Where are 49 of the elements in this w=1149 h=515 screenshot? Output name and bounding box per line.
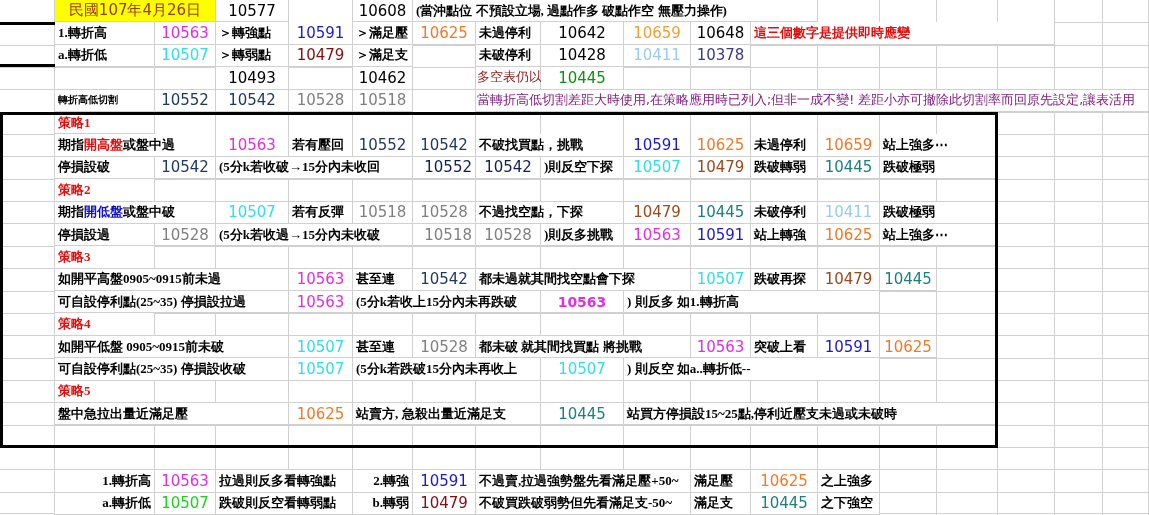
price-value: 10591 [289, 22, 353, 45]
label-text: 這三個數字是提供即時應變 [751, 22, 1055, 45]
label-text: 不破買跌破弱勢但先看滿足支-50~ [476, 492, 691, 515]
label-text: ＞轉弱點 [216, 44, 289, 68]
label-text: ＞轉強點 [216, 22, 289, 45]
label-text: 之下強空 [818, 492, 880, 515]
label-text: ＞滿足支 [353, 44, 413, 68]
label-text: (5分k若收上15分內未再跌破 [353, 291, 541, 314]
price-value: 10507 [155, 44, 216, 68]
date-label: 民國107年4月26日 [55, 0, 216, 23]
label-text: 如開平低盤 0905~0915前未破 [55, 335, 289, 359]
label-text: 1.轉折高 [55, 22, 155, 45]
price-value: 10625 [413, 22, 476, 45]
label-text: 如開平高盤0905~0915前未過 [55, 268, 289, 292]
price-value: 10563 [541, 291, 624, 314]
label-text: 都未過就其間找空點會下探 [476, 268, 691, 292]
price-value: 10563 [289, 291, 353, 314]
label-text: 可自設停利點(25~35) 停損設收破 [55, 358, 289, 381]
label-text: 未破停利 [476, 44, 541, 68]
note-text: 當轉折高低切割差距大時使用,在策略應用時已列入;但非一成不變! 差距小亦可撤除此切割率而回原先設定,讓表活用 [476, 89, 1149, 112]
price-value: 10642 [541, 22, 624, 45]
label-text: a.轉折低 [55, 44, 155, 68]
label-text: )則反空下探 [541, 156, 624, 180]
label-text: 站上強多⋯ [880, 134, 998, 157]
price-value: 10411 [624, 44, 691, 68]
label-text: 未過停利 [476, 22, 541, 45]
frame-border [0, 22, 55, 68]
label-text: 都未破 就其間找買點 將挑戰 [476, 335, 691, 359]
price-value: 10563 [155, 22, 216, 45]
label-text: 停損設破 [55, 156, 155, 180]
label-text: 期指開高盤或盤中過 [55, 134, 216, 157]
label-text: (5分k若跌破15分內未再收上 [353, 358, 541, 381]
label-text: 站賣方, 急殺出量近滿足支 [353, 403, 541, 426]
label-text: 不破找買點，挑戰 [476, 134, 624, 157]
price-value: 10659 [624, 22, 691, 45]
label-text: 可自設停利點(25~35) 停損設拉過 [55, 291, 289, 314]
label-text: 跌破則反空看轉弱點 [216, 492, 353, 515]
label-text: ) 則反多 如1.轉折高 [624, 291, 880, 314]
label-text: ) 則反空 如a..轉折低-- [624, 358, 880, 381]
label-text: (5分k若收過→15分內未收破 [216, 223, 413, 247]
price-value: 10479 [289, 44, 353, 68]
price-value: 10428 [541, 44, 624, 68]
label-text: ＞滿足壓 [353, 22, 413, 45]
label-text: 盤中急拉出量近滿足壓 [55, 403, 289, 426]
price-value: 10648 [691, 22, 751, 45]
price-value: 10378 [691, 44, 751, 68]
label-text: 站買方停損設15~25點,停利近壓支未過或未破時 [624, 403, 998, 426]
label-text: (5分k若收破→15分內未收回 [216, 156, 413, 180]
label-text: (當沖點位 不預設立場, 過點作多 破點作空 無壓力操作) [413, 0, 818, 23]
